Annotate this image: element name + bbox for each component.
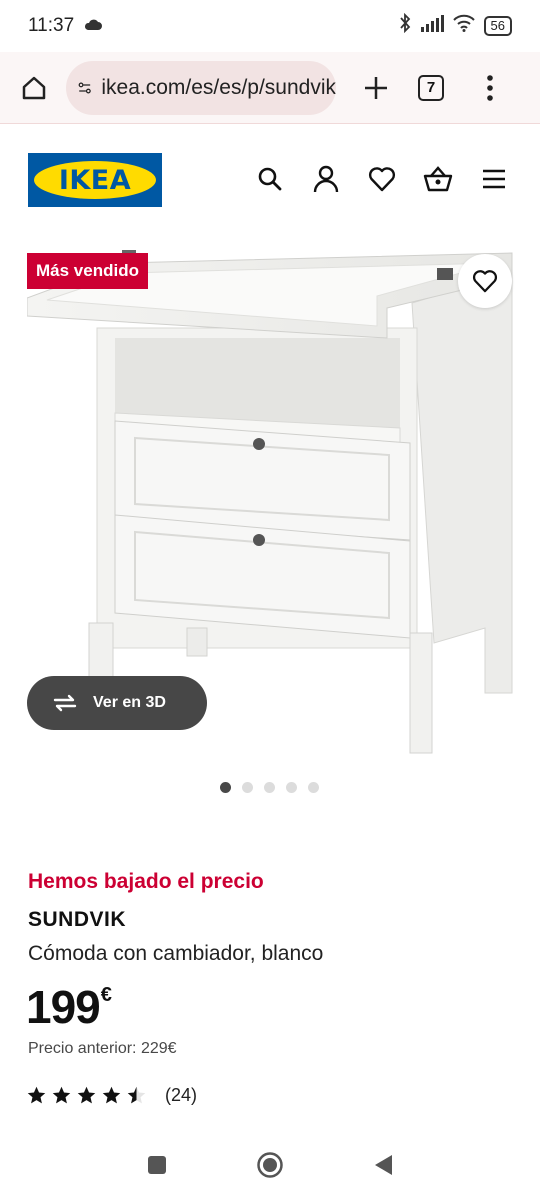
product-rating[interactable]: (24) bbox=[26, 1085, 197, 1106]
carousel-dot[interactable] bbox=[220, 782, 231, 793]
star-icon bbox=[27, 1086, 46, 1104]
search-icon bbox=[258, 167, 282, 191]
product-description: Cómoda con cambiador, blanco bbox=[28, 942, 324, 965]
rating-count: (24) bbox=[165, 1085, 198, 1105]
bestseller-badge: Más vendido bbox=[27, 253, 148, 289]
rotate-3d-icon bbox=[53, 694, 77, 712]
ikea-logo[interactable]: IKEA bbox=[28, 153, 162, 207]
half-star-icon bbox=[127, 1086, 146, 1104]
price-drop-notice: Hemos bajado el precio bbox=[28, 870, 264, 893]
carousel-indicator bbox=[220, 782, 319, 793]
battery-indicator: 56 bbox=[483, 16, 512, 36]
browser-toolbar: ikea.com/es/es/p/sundvik 7 bbox=[0, 52, 540, 124]
account-button[interactable] bbox=[308, 159, 344, 199]
view-in-3d-label: Ver en 3D bbox=[93, 694, 166, 711]
url-text: ikea.com/es/es/p/sundvik bbox=[101, 75, 336, 99]
heart-icon bbox=[368, 167, 396, 192]
user-icon bbox=[313, 165, 339, 193]
carousel-dot[interactable] bbox=[286, 782, 297, 793]
logo-text: IKEA bbox=[58, 164, 132, 196]
status-time: 11:37 bbox=[28, 15, 75, 36]
browser-menu-button[interactable] bbox=[478, 66, 502, 110]
cart-button[interactable] bbox=[420, 159, 456, 199]
home-icon bbox=[22, 76, 46, 99]
product-price: 199 € bbox=[26, 980, 112, 1034]
home-button[interactable] bbox=[12, 66, 56, 110]
system-navigation-bar bbox=[0, 1130, 540, 1200]
carousel-dot[interactable] bbox=[242, 782, 253, 793]
add-to-favourites-button[interactable] bbox=[458, 254, 512, 308]
view-in-3d-button[interactable]: Ver en 3D bbox=[27, 676, 207, 730]
basket-icon bbox=[423, 166, 453, 192]
favourites-button[interactable] bbox=[364, 159, 400, 199]
wifi-icon bbox=[452, 14, 476, 38]
cloud-icon bbox=[84, 15, 103, 37]
previous-price-label: Precio anterior: bbox=[28, 1040, 137, 1057]
carousel-dot[interactable] bbox=[264, 782, 275, 793]
carousel-dot[interactable] bbox=[308, 782, 319, 793]
hamburger-icon bbox=[483, 169, 505, 189]
home-nav-icon[interactable] bbox=[256, 1151, 284, 1179]
site-settings-icon[interactable] bbox=[78, 77, 91, 99]
recents-icon[interactable] bbox=[146, 1154, 168, 1176]
heart-icon bbox=[472, 270, 498, 293]
tab-switcher-button[interactable]: 7 bbox=[418, 74, 444, 101]
previous-price: Precio anterior: 229€ bbox=[28, 1040, 177, 1058]
status-bar: 11:37 56 bbox=[0, 0, 540, 52]
main-menu-button[interactable] bbox=[476, 159, 512, 199]
price-currency: € bbox=[100, 984, 112, 1006]
signal-icon bbox=[420, 14, 444, 38]
new-tab-button[interactable] bbox=[354, 66, 398, 110]
star-icon bbox=[102, 1086, 121, 1104]
product-name: SUNDVIK bbox=[28, 908, 127, 931]
star-icon bbox=[52, 1086, 71, 1104]
more-vert-icon bbox=[487, 74, 493, 101]
star-icon bbox=[77, 1086, 96, 1104]
back-icon[interactable] bbox=[372, 1153, 394, 1177]
plus-icon bbox=[365, 76, 387, 99]
previous-price-value: 229€ bbox=[140, 1040, 177, 1057]
address-bar[interactable]: ikea.com/es/es/p/sundvik bbox=[66, 60, 336, 115]
bluetooth-icon bbox=[398, 12, 412, 39]
site-header: IKEA bbox=[0, 125, 540, 235]
price-value: 199 bbox=[26, 981, 101, 1033]
search-button[interactable] bbox=[252, 159, 288, 199]
